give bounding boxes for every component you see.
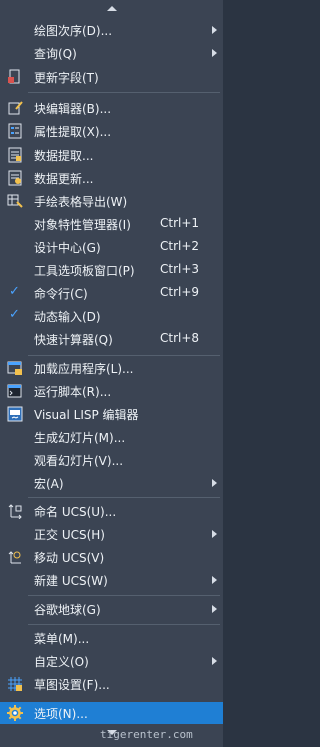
watermark: tigerenter.com: [100, 728, 193, 741]
separator: [28, 595, 220, 596]
menu-item-label: 新建 UCS(W): [34, 574, 108, 588]
menu-item-label: 自定义(O): [34, 655, 89, 669]
tools-menu: 绘图次序(D)... 查询(Q) 更新字段(T) 块编辑器(B)... 属性提取…: [0, 0, 223, 747]
menu-item-label: 块编辑器(B)...: [34, 102, 112, 116]
menu-item-label: 正交 UCS(H): [34, 528, 105, 542]
load-app-icon: [7, 361, 22, 375]
menu-item-label: 属性提取(X)...: [34, 125, 112, 139]
separator: [28, 355, 220, 356]
menu-item-visual-lisp[interactable]: Visual LISP 编辑器: [0, 403, 223, 425]
menu-item-label: 生成幻灯片(M)...: [34, 431, 126, 445]
block-editor-icon: [8, 101, 23, 115]
menu-item-label: 命名 UCS(U)...: [34, 505, 117, 519]
separator: [28, 497, 220, 498]
menu-item-quickcalc[interactable]: 快速计算器(Q) Ctrl+8: [0, 328, 223, 350]
menu-item-label: 手绘表格导出(W): [34, 195, 128, 209]
menu-item-options[interactable]: 选项(N)...: [0, 702, 223, 724]
attribute-extract-icon: [8, 123, 22, 139]
menu-item-label: 对象特性管理器(I): [34, 218, 131, 232]
menu-item-run-script[interactable]: 运行脚本(R)...: [0, 380, 223, 402]
menu-item-label: 快速计算器(Q): [34, 333, 113, 347]
submenu-arrow-icon: [212, 530, 217, 538]
menu-item-named-ucs[interactable]: 命名 UCS(U)...: [0, 500, 223, 522]
submenu-arrow-icon: [212, 657, 217, 665]
menu-item-label: 绘图次序(D)...: [34, 24, 113, 38]
scroll-up-icon: [106, 5, 117, 11]
menu-item-draw-order[interactable]: 绘图次序(D)...: [0, 19, 223, 41]
menu-item-label: 运行脚本(R)...: [34, 385, 112, 399]
menu-item-label: 命令行(C): [34, 287, 88, 301]
menu-item-label: 菜单(M)...: [34, 632, 90, 646]
menu-item-label: 草图设置(F)...: [34, 678, 110, 692]
menu-item-shortcut: Ctrl+9: [160, 285, 200, 299]
menu-item-shortcut: Ctrl+2: [160, 239, 200, 253]
menu-item-make-slide[interactable]: 生成幻灯片(M)...: [0, 426, 223, 448]
menu-item-drafting-settings[interactable]: 草图设置(F)...: [0, 673, 223, 695]
menu-item-label: 加载应用程序(L)...: [34, 362, 134, 376]
menu-item-design-center[interactable]: 设计中心(G) Ctrl+2: [0, 236, 223, 258]
menu-item-label: 谷歌地球(G): [34, 603, 101, 617]
menu-item-label: Visual LISP 编辑器: [34, 408, 139, 422]
menu-item-load-application[interactable]: 加载应用程序(L)...: [0, 357, 223, 379]
lisp-icon: [7, 406, 23, 422]
menu-item-move-ucs[interactable]: 移动 UCS(V): [0, 546, 223, 568]
menu-item-label: 观看幻灯片(V)...: [34, 454, 124, 468]
submenu-arrow-icon: [212, 49, 217, 57]
checkmark-icon: ✓: [9, 284, 20, 299]
menu-item-shortcut: Ctrl+1: [160, 216, 200, 230]
menu-item-label: 宏(A): [34, 477, 64, 491]
data-update-icon: [8, 170, 22, 186]
menu-item-dynamic-input[interactable]: ✓ 动态输入(D): [0, 305, 223, 327]
menu-item-attribute-extract[interactable]: 属性提取(X)...: [0, 120, 223, 142]
submenu-arrow-icon: [212, 576, 217, 584]
menu-item-macro[interactable]: 宏(A): [0, 472, 223, 494]
checkmark-icon: ✓: [9, 307, 20, 322]
menu-item-label: 设计中心(G): [34, 241, 101, 255]
menu-item-label: 工具选项板窗口(P): [34, 264, 135, 278]
update-field-icon: [8, 69, 20, 84]
menu-item-label: 选项(N)...: [34, 707, 88, 721]
separator: [28, 624, 220, 625]
menu-item-table-export[interactable]: 手绘表格导出(W): [0, 190, 223, 212]
menu-item-shortcut: Ctrl+8: [160, 331, 200, 345]
move-ucs-icon: [8, 551, 21, 564]
menu-item-label: 更新字段(T): [34, 71, 99, 85]
scroll-up-arrow[interactable]: [0, 0, 223, 16]
menu-item-orthographic-ucs[interactable]: 正交 UCS(H): [0, 523, 223, 545]
menu-item-data-update[interactable]: 数据更新...: [0, 167, 223, 189]
menu-item-google-earth[interactable]: 谷歌地球(G): [0, 598, 223, 620]
run-script-icon: [7, 384, 22, 398]
named-ucs-icon: [8, 504, 22, 519]
menu-item-data-extract[interactable]: 数据提取...: [0, 144, 223, 166]
options-gear-icon: [7, 705, 23, 721]
data-extract-icon: [8, 147, 22, 163]
menu-item-label: 数据更新...: [34, 172, 94, 186]
menu-item-view-slide[interactable]: 观看幻灯片(V)...: [0, 449, 223, 471]
menu-item-customize[interactable]: 自定义(O): [0, 650, 223, 672]
menu-item-menu[interactable]: 菜单(M)...: [0, 627, 223, 649]
menu-item-update-fields[interactable]: 更新字段(T): [0, 66, 223, 88]
table-export-icon: [7, 194, 23, 208]
separator: [28, 92, 220, 93]
menu-item-properties-manager[interactable]: 对象特性管理器(I) Ctrl+1: [0, 213, 223, 235]
menu-item-inquiry[interactable]: 查询(Q): [0, 42, 223, 64]
menu-item-label: 动态输入(D): [34, 310, 101, 324]
submenu-arrow-icon: [212, 479, 217, 487]
submenu-arrow-icon: [212, 605, 217, 613]
menu-item-label: 数据提取...: [34, 149, 94, 163]
submenu-arrow-icon: [212, 26, 217, 34]
menu-item-tool-palettes[interactable]: 工具选项板窗口(P) Ctrl+3: [0, 259, 223, 281]
menu-item-shortcut: Ctrl+3: [160, 262, 200, 276]
menu-item-new-ucs[interactable]: 新建 UCS(W): [0, 569, 223, 591]
menu-item-command-line[interactable]: ✓ 命令行(C) Ctrl+9: [0, 282, 223, 304]
drafting-settings-icon: [8, 677, 22, 691]
menu-item-block-editor[interactable]: 块编辑器(B)...: [0, 97, 223, 119]
menu-item-label: 查询(Q): [34, 47, 77, 61]
menu-item-label: 移动 UCS(V): [34, 551, 105, 565]
